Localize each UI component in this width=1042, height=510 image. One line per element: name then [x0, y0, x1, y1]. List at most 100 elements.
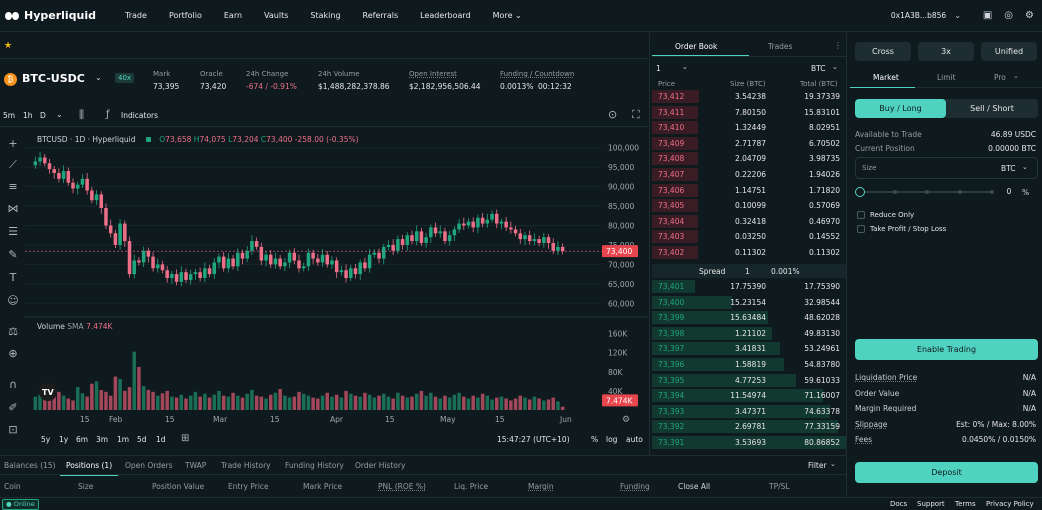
ask-row[interactable]: 73,402 0.11302 0.11302 — [652, 245, 846, 261]
bid-row[interactable]: 73,400 15.23154 32.98544 — [652, 295, 846, 311]
lock-drawings-icon[interactable]: ✐ — [6, 401, 20, 415]
ask-row[interactable]: 73,409 2.71787 6.70502 — [652, 136, 846, 152]
leverage-button[interactable]: 3x — [918, 42, 974, 61]
size-slider[interactable] — [855, 186, 995, 198]
globe-icon[interactable]: ◎ — [1004, 10, 1013, 21]
positions-column-header[interactable]: Close All — [678, 482, 710, 491]
bid-row[interactable]: 73,401 17.75390 17.75390 — [652, 279, 846, 295]
interval-5m[interactable]: 5m — [3, 111, 15, 120]
chevron-down-icon[interactable]: ⌄ — [95, 73, 102, 82]
fib-icon[interactable]: ☰ — [6, 225, 20, 239]
interval-1h[interactable]: 1h — [23, 111, 33, 120]
auto-scale-toggle[interactable]: auto — [626, 435, 643, 444]
ruler-icon[interactable]: ⚖ — [6, 325, 20, 339]
tab-trades[interactable]: Trades — [768, 42, 792, 51]
ask-row[interactable]: 73,405 0.10099 0.57069 — [652, 198, 846, 214]
bottom-tab[interactable]: Trade History — [221, 461, 271, 470]
bottom-tab[interactable]: Order History — [355, 461, 405, 470]
bottom-tab[interactable]: Open Orders — [125, 461, 173, 470]
chevron-down-icon[interactable]: ⌄ — [1022, 163, 1028, 171]
positions-column-header[interactable]: Position Value — [152, 482, 204, 491]
bid-row[interactable]: 73,393 3.47371 74.63378 — [652, 404, 846, 420]
axis-settings-icon[interactable]: ⚙ — [622, 415, 630, 425]
range-button[interactable]: 1m — [117, 435, 129, 444]
text-tool-icon[interactable]: T — [6, 271, 20, 285]
chat-icon[interactable]: ▣ — [983, 10, 992, 21]
bottom-tab[interactable]: Positions (1) — [66, 461, 112, 470]
buy-long-button[interactable]: Buy / Long — [855, 99, 946, 118]
footer-docs[interactable]: Docs — [890, 500, 907, 508]
price-grouping-select[interactable]: 1 — [656, 64, 661, 73]
footer-privacy[interactable]: Privacy Policy — [986, 500, 1034, 508]
nav-trade[interactable]: Trade — [125, 11, 147, 20]
chevron-down-icon[interactable]: ⌄ — [832, 63, 838, 71]
zoom-in-icon[interactable]: ⊕ — [6, 347, 20, 361]
footer-support[interactable]: Support — [917, 500, 945, 508]
tab-limit[interactable]: Limit — [937, 73, 956, 82]
ask-row[interactable]: 73,403 0.03250 0.14552 — [652, 229, 846, 245]
chevron-down-icon[interactable]: ⌄ — [830, 460, 836, 468]
nav-vaults[interactable]: Vaults — [264, 11, 288, 20]
bid-row[interactable]: 73,395 4.77253 59.61033 — [652, 373, 846, 389]
position-mode-button[interactable]: Unified — [981, 42, 1037, 61]
nav-referrals[interactable]: Referrals — [363, 11, 399, 20]
log-scale-toggle[interactable]: log — [606, 435, 617, 444]
magnet-icon[interactable]: ∩ — [6, 378, 20, 392]
chevron-down-icon[interactable]: ⌄ — [56, 110, 63, 119]
bottom-tab[interactable]: Balances (15) — [4, 461, 56, 470]
emoji-icon[interactable]: ☺ — [6, 294, 20, 308]
indicators-button[interactable]: Indicators — [121, 111, 158, 120]
bottom-tab[interactable]: Funding History — [285, 461, 344, 470]
bid-row[interactable]: 73,396 1.58819 54.83780 — [652, 357, 846, 373]
indicators-icon[interactable]: ƒ — [106, 109, 110, 120]
nav-more[interactable]: More ⌄ — [493, 11, 522, 20]
wallet-address[interactable]: 0x1A3B...b856 ⌄ — [891, 11, 961, 20]
range-button[interactable]: 5d — [137, 435, 147, 444]
screenshot-icon[interactable]: ⊙ — [608, 108, 617, 121]
slider-value-input[interactable]: 0 — [999, 185, 1019, 199]
nav-earn[interactable]: Earn — [224, 11, 242, 20]
bid-row[interactable]: 73,394 11.54974 71.16007 — [652, 388, 846, 404]
ask-row[interactable]: 73,412 3.54238 19.37339 — [652, 89, 846, 105]
bottom-tab[interactable]: TWAP — [185, 461, 206, 470]
star-icon[interactable]: ★ — [4, 41, 12, 51]
gear-icon[interactable]: ⚙ — [1025, 10, 1034, 21]
deposit-button[interactable]: Deposit — [855, 462, 1038, 483]
range-button[interactable]: 1d — [156, 435, 166, 444]
market-symbol[interactable]: BTC-USDC — [22, 72, 85, 85]
nav-staking[interactable]: Staking — [310, 11, 340, 20]
nav-portfolio[interactable]: Portfolio — [169, 11, 202, 20]
ask-row[interactable]: 73,406 1.14751 1.71820 — [652, 183, 846, 199]
reduce-only-checkbox[interactable] — [857, 211, 865, 219]
chevron-down-icon[interactable]: ⌄ — [1013, 72, 1019, 80]
pitchfork-icon[interactable]: ⋈ — [6, 202, 20, 216]
ask-row[interactable]: 73,407 0.22206 1.94026 — [652, 167, 846, 183]
tab-market[interactable]: Market — [873, 73, 899, 82]
margin-mode-button[interactable]: Cross — [855, 42, 911, 61]
bid-row[interactable]: 73,392 2.69781 77.33159 — [652, 419, 846, 435]
range-button[interactable]: 5y — [41, 435, 50, 444]
fullscreen-icon[interactable]: ⛶ — [632, 108, 640, 122]
crosshair-icon[interactable]: + — [6, 137, 20, 151]
percent-scale-toggle[interactable]: % — [591, 435, 598, 444]
more-vertical-icon[interactable]: ⋮ — [834, 41, 842, 50]
range-button[interactable]: 1y — [59, 435, 68, 444]
size-unit-select[interactable]: BTC — [1001, 164, 1016, 173]
calendar-icon[interactable]: ⊞ — [181, 433, 189, 444]
tab-pro[interactable]: Pro — [994, 73, 1006, 82]
range-button[interactable]: 6m — [76, 435, 88, 444]
candle-type-icon[interactable]: ⫼ — [79, 108, 84, 122]
chevron-down-icon[interactable]: ⌄ — [682, 63, 688, 71]
footer-terms[interactable]: Terms — [955, 500, 976, 508]
ask-row[interactable]: 73,408 2.04709 3.98735 — [652, 151, 846, 167]
bid-row[interactable]: 73,398 1.21102 49.83130 — [652, 326, 846, 342]
ask-row[interactable]: 73,404 0.32418 0.46970 — [652, 214, 846, 230]
tpsl-checkbox[interactable] — [857, 225, 865, 233]
tab-order-book[interactable]: Order Book — [675, 42, 717, 51]
ask-row[interactable]: 73,410 1.32449 8.02951 — [652, 120, 846, 136]
interval-1d[interactable]: D — [40, 111, 46, 120]
trendline-icon[interactable]: ⟋ — [6, 158, 20, 172]
bid-row[interactable]: 73,397 3.41831 53.24961 — [652, 341, 846, 357]
brush-icon[interactable]: ✎ — [6, 248, 20, 262]
bid-row[interactable]: 73,399 15.63484 48.62028 — [652, 310, 846, 326]
